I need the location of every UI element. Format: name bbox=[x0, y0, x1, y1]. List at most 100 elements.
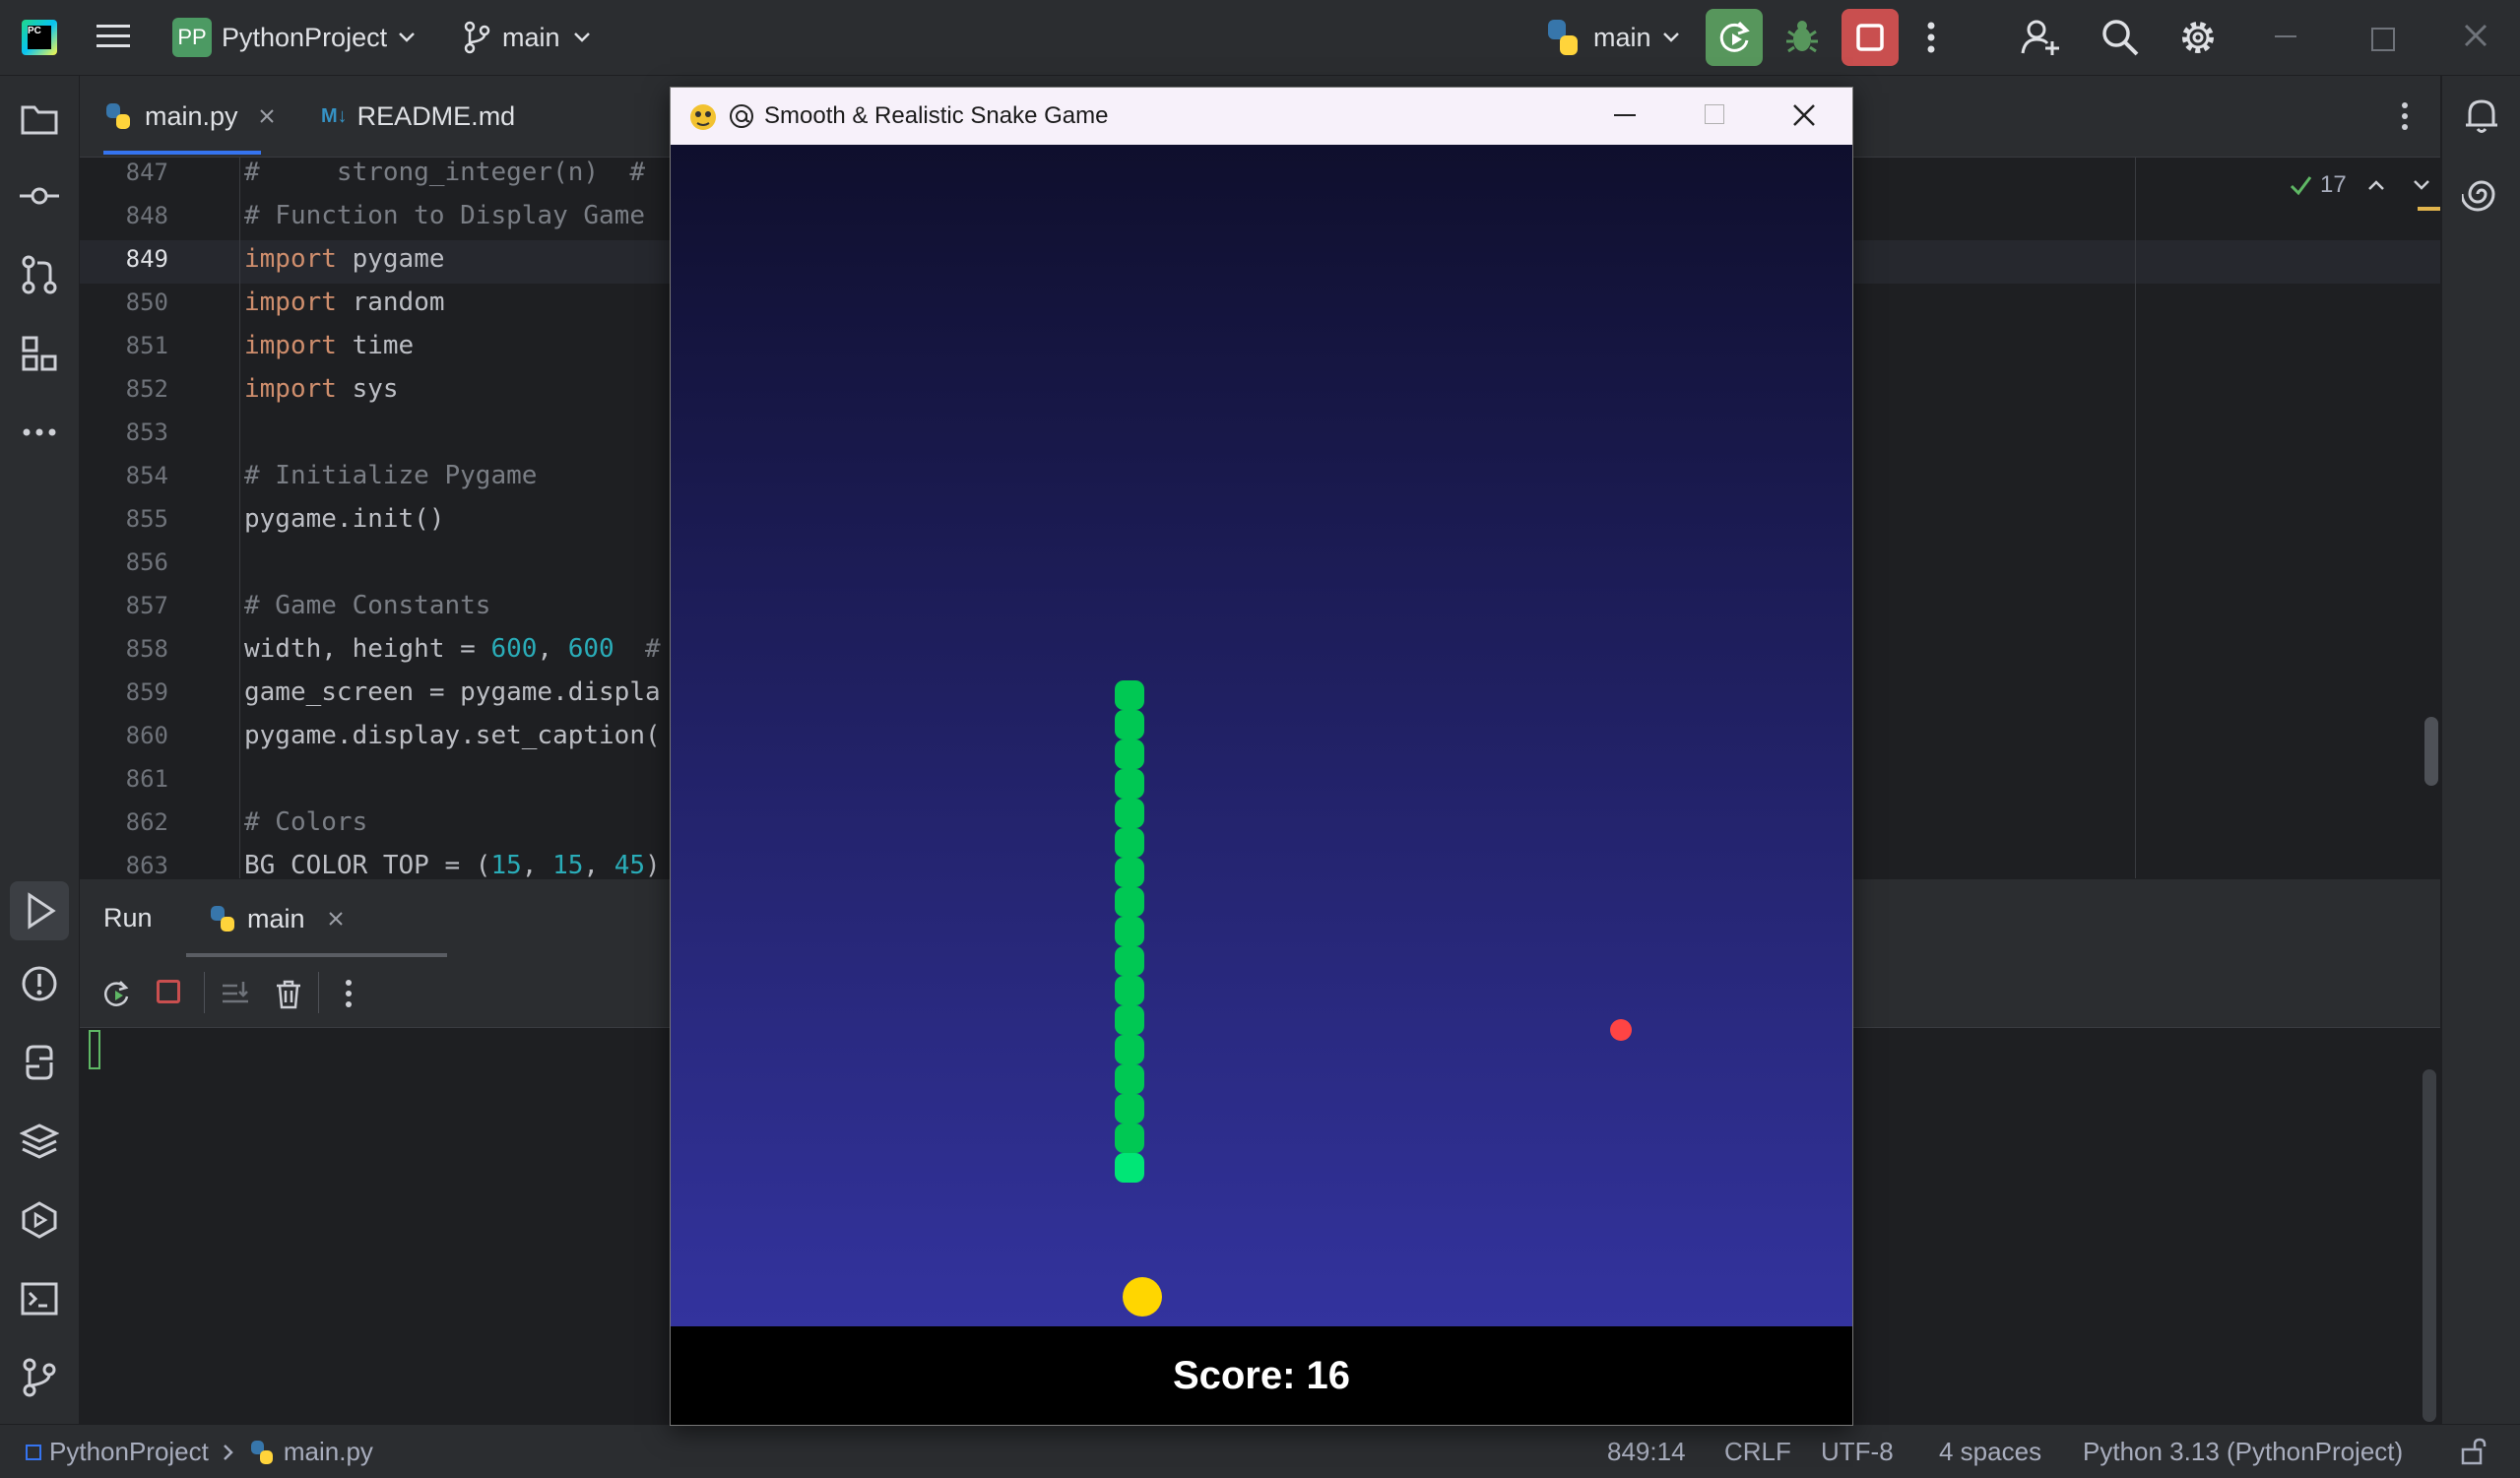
snake-head bbox=[1115, 1153, 1144, 1183]
line-number: 851 bbox=[125, 332, 168, 359]
game-window[interactable]: Smooth & Realistic Snake Game Score: 16 bbox=[670, 87, 1853, 1426]
editor-tab-readme-md[interactable]: M↓ README.md bbox=[321, 76, 515, 157]
ai-spiral-icon bbox=[2460, 180, 2495, 212]
line-separator[interactable]: CRLF bbox=[1724, 1437, 1791, 1467]
game-window-titlebar: Smooth & Realistic Snake Game bbox=[671, 88, 1852, 145]
breadcrumb-project[interactable]: PythonProject bbox=[49, 1437, 209, 1467]
more-vertical-icon bbox=[1927, 22, 1935, 53]
python-interpreter[interactable]: Python 3.13 (PythonProject) bbox=[2083, 1437, 2403, 1467]
services-icon bbox=[22, 1201, 57, 1239]
project-tool-button[interactable] bbox=[20, 99, 59, 144]
stop-icon[interactable] bbox=[157, 980, 180, 1003]
notifications-tool-button[interactable] bbox=[2462, 96, 2501, 140]
chevron-up-icon[interactable] bbox=[2366, 177, 2386, 193]
python-console-tool-button[interactable] bbox=[20, 1043, 59, 1087]
line-number: 855 bbox=[125, 505, 168, 533]
maximize-window-button[interactable] bbox=[2371, 28, 2395, 51]
code-line: # Function to Display Game bbox=[244, 201, 645, 230]
snake-segment bbox=[1115, 769, 1144, 799]
line-number: 861 bbox=[125, 765, 168, 793]
close-tab-icon[interactable] bbox=[258, 107, 276, 125]
pull-request-icon bbox=[22, 255, 57, 294]
chevron-right-icon bbox=[223, 1444, 233, 1460]
services-tool-button[interactable] bbox=[20, 1200, 59, 1245]
food bbox=[1123, 1277, 1162, 1317]
tab-options-button[interactable] bbox=[2400, 99, 2410, 138]
caret-position[interactable]: 849:14 bbox=[1607, 1437, 1686, 1467]
run-panel-title: Run bbox=[103, 903, 153, 932]
more-options-button[interactable] bbox=[344, 978, 354, 1014]
line-number: 856 bbox=[125, 548, 168, 576]
problems-tool-button[interactable] bbox=[20, 964, 59, 1008]
chevron-down-icon[interactable] bbox=[2412, 177, 2431, 193]
run-tab-indicator bbox=[186, 953, 447, 957]
run-config-name: main bbox=[1593, 22, 1651, 52]
editor-scrollbar-thumb[interactable] bbox=[2424, 717, 2438, 786]
line-number: 854 bbox=[125, 462, 168, 489]
rerun-button[interactable] bbox=[101, 978, 133, 1014]
run-config-widget[interactable]: main bbox=[1544, 16, 1681, 59]
snake-segment bbox=[1115, 799, 1144, 828]
read-only-toggle[interactable] bbox=[2460, 1437, 2488, 1473]
line-number: 857 bbox=[125, 592, 168, 619]
snake-segment bbox=[1115, 680, 1144, 710]
minimize-window-button[interactable] bbox=[2275, 35, 2296, 37]
add-user-icon bbox=[2021, 20, 2059, 55]
close-window-button[interactable] bbox=[2458, 18, 2493, 58]
console-scrollbar-thumb[interactable] bbox=[2423, 1069, 2436, 1422]
right-margin-guide bbox=[2135, 158, 2136, 878]
run-tab-main[interactable]: main bbox=[208, 897, 345, 940]
main-menu-icon[interactable] bbox=[97, 22, 130, 51]
project-widget[interactable]: PP PythonProject bbox=[172, 16, 417, 59]
stop-button[interactable] bbox=[1842, 9, 1899, 66]
console-caret[interactable] bbox=[89, 1030, 100, 1069]
code-with-me-button[interactable] bbox=[2021, 18, 2060, 62]
python-file-icon bbox=[250, 1440, 273, 1464]
close-icon bbox=[1793, 104, 1815, 126]
debug-button[interactable] bbox=[1782, 18, 1822, 62]
gutter-divider bbox=[239, 158, 240, 878]
ai-assistant-tool-button[interactable] bbox=[2460, 174, 2501, 219]
breadcrumb[interactable]: PythonProject main.py bbox=[26, 1437, 373, 1467]
inspection-widget[interactable]: 17 bbox=[2289, 171, 2431, 199]
folder-icon bbox=[21, 105, 58, 135]
settings-button[interactable] bbox=[2178, 18, 2218, 62]
file-encoding[interactable]: UTF-8 bbox=[1821, 1437, 1894, 1467]
more-vertical-icon bbox=[2402, 102, 2408, 130]
run-tool-button[interactable] bbox=[10, 881, 69, 940]
editor-tab-main-py[interactable]: main.py bbox=[103, 76, 276, 157]
code-line: pygame.display.set_caption( bbox=[244, 721, 661, 750]
version-control-tool-button[interactable] bbox=[20, 1358, 59, 1402]
search-icon bbox=[2102, 20, 2139, 56]
terminal-tool-button[interactable] bbox=[20, 1279, 59, 1323]
line-number: 852 bbox=[125, 375, 168, 403]
line-number: 860 bbox=[125, 722, 168, 749]
gear-icon bbox=[2182, 22, 2214, 53]
commit-tool-button[interactable] bbox=[20, 176, 59, 221]
snake-segment bbox=[1115, 1005, 1144, 1035]
game-minimize-button[interactable] bbox=[1614, 114, 1636, 116]
code-line: BG_COLOR_TOP = (15, 15, 45) bbox=[244, 851, 661, 878]
close-tab-icon[interactable] bbox=[327, 910, 345, 928]
indent-setting[interactable]: 4 spaces bbox=[1939, 1437, 2041, 1467]
more-horizontal-icon bbox=[23, 428, 56, 436]
pull-requests-tool-button[interactable] bbox=[20, 255, 59, 299]
search-everywhere-button[interactable] bbox=[2100, 18, 2140, 62]
clear-all-button[interactable] bbox=[273, 978, 304, 1014]
vcs-branch-widget[interactable]: main bbox=[463, 16, 592, 59]
line-number: 850 bbox=[125, 289, 168, 316]
scroll-to-end-button[interactable] bbox=[220, 978, 251, 1014]
code-line: # strong_integer(n) # bbox=[244, 158, 645, 187]
breadcrumb-file[interactable]: main.py bbox=[284, 1437, 373, 1467]
rerun-button[interactable] bbox=[1706, 9, 1763, 66]
more-tools-button[interactable] bbox=[20, 413, 59, 457]
more-actions-button[interactable] bbox=[1926, 18, 1936, 62]
game-maximize-button[interactable] bbox=[1705, 104, 1724, 124]
bonus-food bbox=[1610, 1019, 1632, 1041]
game-canvas[interactable] bbox=[671, 145, 1852, 1326]
line-number: 847 bbox=[125, 159, 168, 186]
python-packages-tool-button[interactable] bbox=[19, 1122, 60, 1166]
game-close-button[interactable] bbox=[1789, 100, 1819, 135]
active-tab-indicator bbox=[103, 151, 261, 155]
structure-tool-button[interactable] bbox=[20, 334, 59, 378]
